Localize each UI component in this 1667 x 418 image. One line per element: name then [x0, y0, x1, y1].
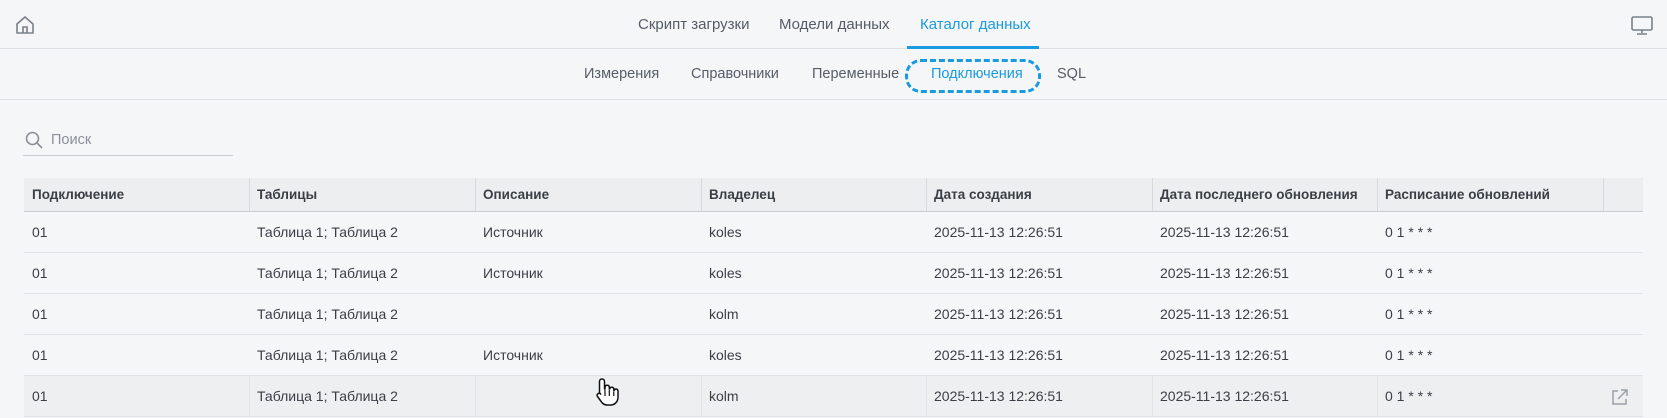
column-header-connection[interactable]: Подключение — [24, 178, 124, 211]
column-header-created[interactable]: Дата создания — [926, 178, 1032, 211]
cell-created: 2025-11-13 12:26:51 — [934, 306, 1063, 322]
monitor-icon[interactable] — [1630, 14, 1654, 36]
table-row[interactable]: 01 Таблица 1; Таблица 2 kolm 2025-11-13 … — [24, 294, 1643, 335]
cell-updated: 2025-11-13 12:26:51 — [1160, 306, 1289, 322]
table-header: Подключение Таблицы Описание Владелец Да… — [24, 178, 1643, 212]
column-divider[interactable] — [1603, 178, 1604, 211]
table-row[interactable]: 01 Таблица 1; Таблица 2 Источник koles 2… — [24, 253, 1643, 294]
tab-load-script[interactable]: Скрипт загрузки — [638, 16, 749, 33]
cell-connection: 01 — [32, 388, 48, 404]
subtab-dimensions[interactable]: Измерения — [584, 66, 659, 82]
external-link-icon[interactable] — [1610, 387, 1630, 407]
cell-created: 2025-11-13 12:26:51 — [934, 388, 1063, 404]
cell-updated: 2025-11-13 12:26:51 — [1160, 224, 1289, 240]
sub-nav: Измерения Справочники Переменные Подключ… — [0, 49, 1667, 100]
cell-connection: 01 — [32, 265, 48, 281]
search-box — [23, 125, 233, 156]
cell-connection: 01 — [32, 347, 48, 363]
subtab-variables[interactable]: Переменные — [812, 66, 899, 82]
cell-updated: 2025-11-13 12:26:51 — [1160, 265, 1289, 281]
tab-data-catalog[interactable]: Каталог данных — [920, 16, 1031, 33]
column-header-description[interactable]: Описание — [475, 178, 549, 211]
cell-updated: 2025-11-13 12:26:51 — [1160, 347, 1289, 363]
subtab-connections[interactable]: Подключения — [931, 66, 1023, 82]
cell-schedule: 0 1 * * * — [1385, 224, 1433, 240]
cell-tables: Таблица 1; Таблица 2 — [257, 306, 398, 322]
top-nav: Скрипт загрузки Модели данных Каталог да… — [0, 0, 1667, 49]
cell-created: 2025-11-13 12:26:51 — [934, 224, 1063, 240]
cell-created: 2025-11-13 12:26:51 — [934, 265, 1063, 281]
connections-table: Подключение Таблицы Описание Владелец Да… — [24, 178, 1643, 417]
cell-owner: kolm — [709, 306, 739, 322]
search-input[interactable] — [51, 129, 229, 151]
top-bar: Скрипт загрузки Модели данных Каталог да… — [0, 0, 1667, 49]
column-header-updated[interactable]: Дата последнего обновления — [1152, 178, 1358, 211]
cell-description: Источник — [483, 265, 543, 281]
cell-updated: 2025-11-13 12:26:51 — [1160, 388, 1289, 404]
cell-schedule: 0 1 * * * — [1385, 265, 1433, 281]
subtab-sql[interactable]: SQL — [1057, 66, 1086, 82]
tab-data-models[interactable]: Модели данных — [779, 16, 890, 33]
cell-owner: kolm — [709, 388, 739, 404]
cell-description: Источник — [483, 224, 543, 240]
table-row[interactable]: 01 Таблица 1; Таблица 2 Источник koles 2… — [24, 212, 1643, 253]
table-row[interactable]: 01 Таблица 1; Таблица 2 Источник koles 2… — [24, 335, 1643, 376]
table-row-hovered[interactable]: 01 Таблица 1; Таблица 2 kolm 2025-11-13 … — [24, 376, 1643, 417]
cell-tables: Таблица 1; Таблица 2 — [257, 347, 398, 363]
cell-description — [475, 294, 483, 334]
cell-owner: koles — [709, 347, 742, 363]
cell-schedule: 0 1 * * * — [1385, 388, 1433, 404]
column-header-schedule[interactable]: Расписание обновлений — [1377, 178, 1550, 211]
cell-tables: Таблица 1; Таблица 2 — [257, 265, 398, 281]
cell-tables: Таблица 1; Таблица 2 — [257, 224, 398, 240]
cell-owner: koles — [709, 265, 742, 281]
cell-tables: Таблица 1; Таблица 2 — [257, 388, 398, 404]
column-header-owner[interactable]: Владелец — [701, 178, 775, 211]
cell-connection: 01 — [32, 306, 48, 322]
cell-connection: 01 — [32, 224, 48, 240]
cell-schedule: 0 1 * * * — [1385, 347, 1433, 363]
cell-created: 2025-11-13 12:26:51 — [934, 347, 1063, 363]
cell-description — [475, 376, 483, 416]
cell-schedule: 0 1 * * * — [1385, 306, 1433, 322]
subtab-references[interactable]: Справочники — [691, 66, 779, 82]
cell-description: Источник — [483, 347, 543, 363]
column-header-tables[interactable]: Таблицы — [249, 178, 317, 211]
cell-owner: koles — [709, 224, 742, 240]
search-icon — [25, 131, 43, 149]
